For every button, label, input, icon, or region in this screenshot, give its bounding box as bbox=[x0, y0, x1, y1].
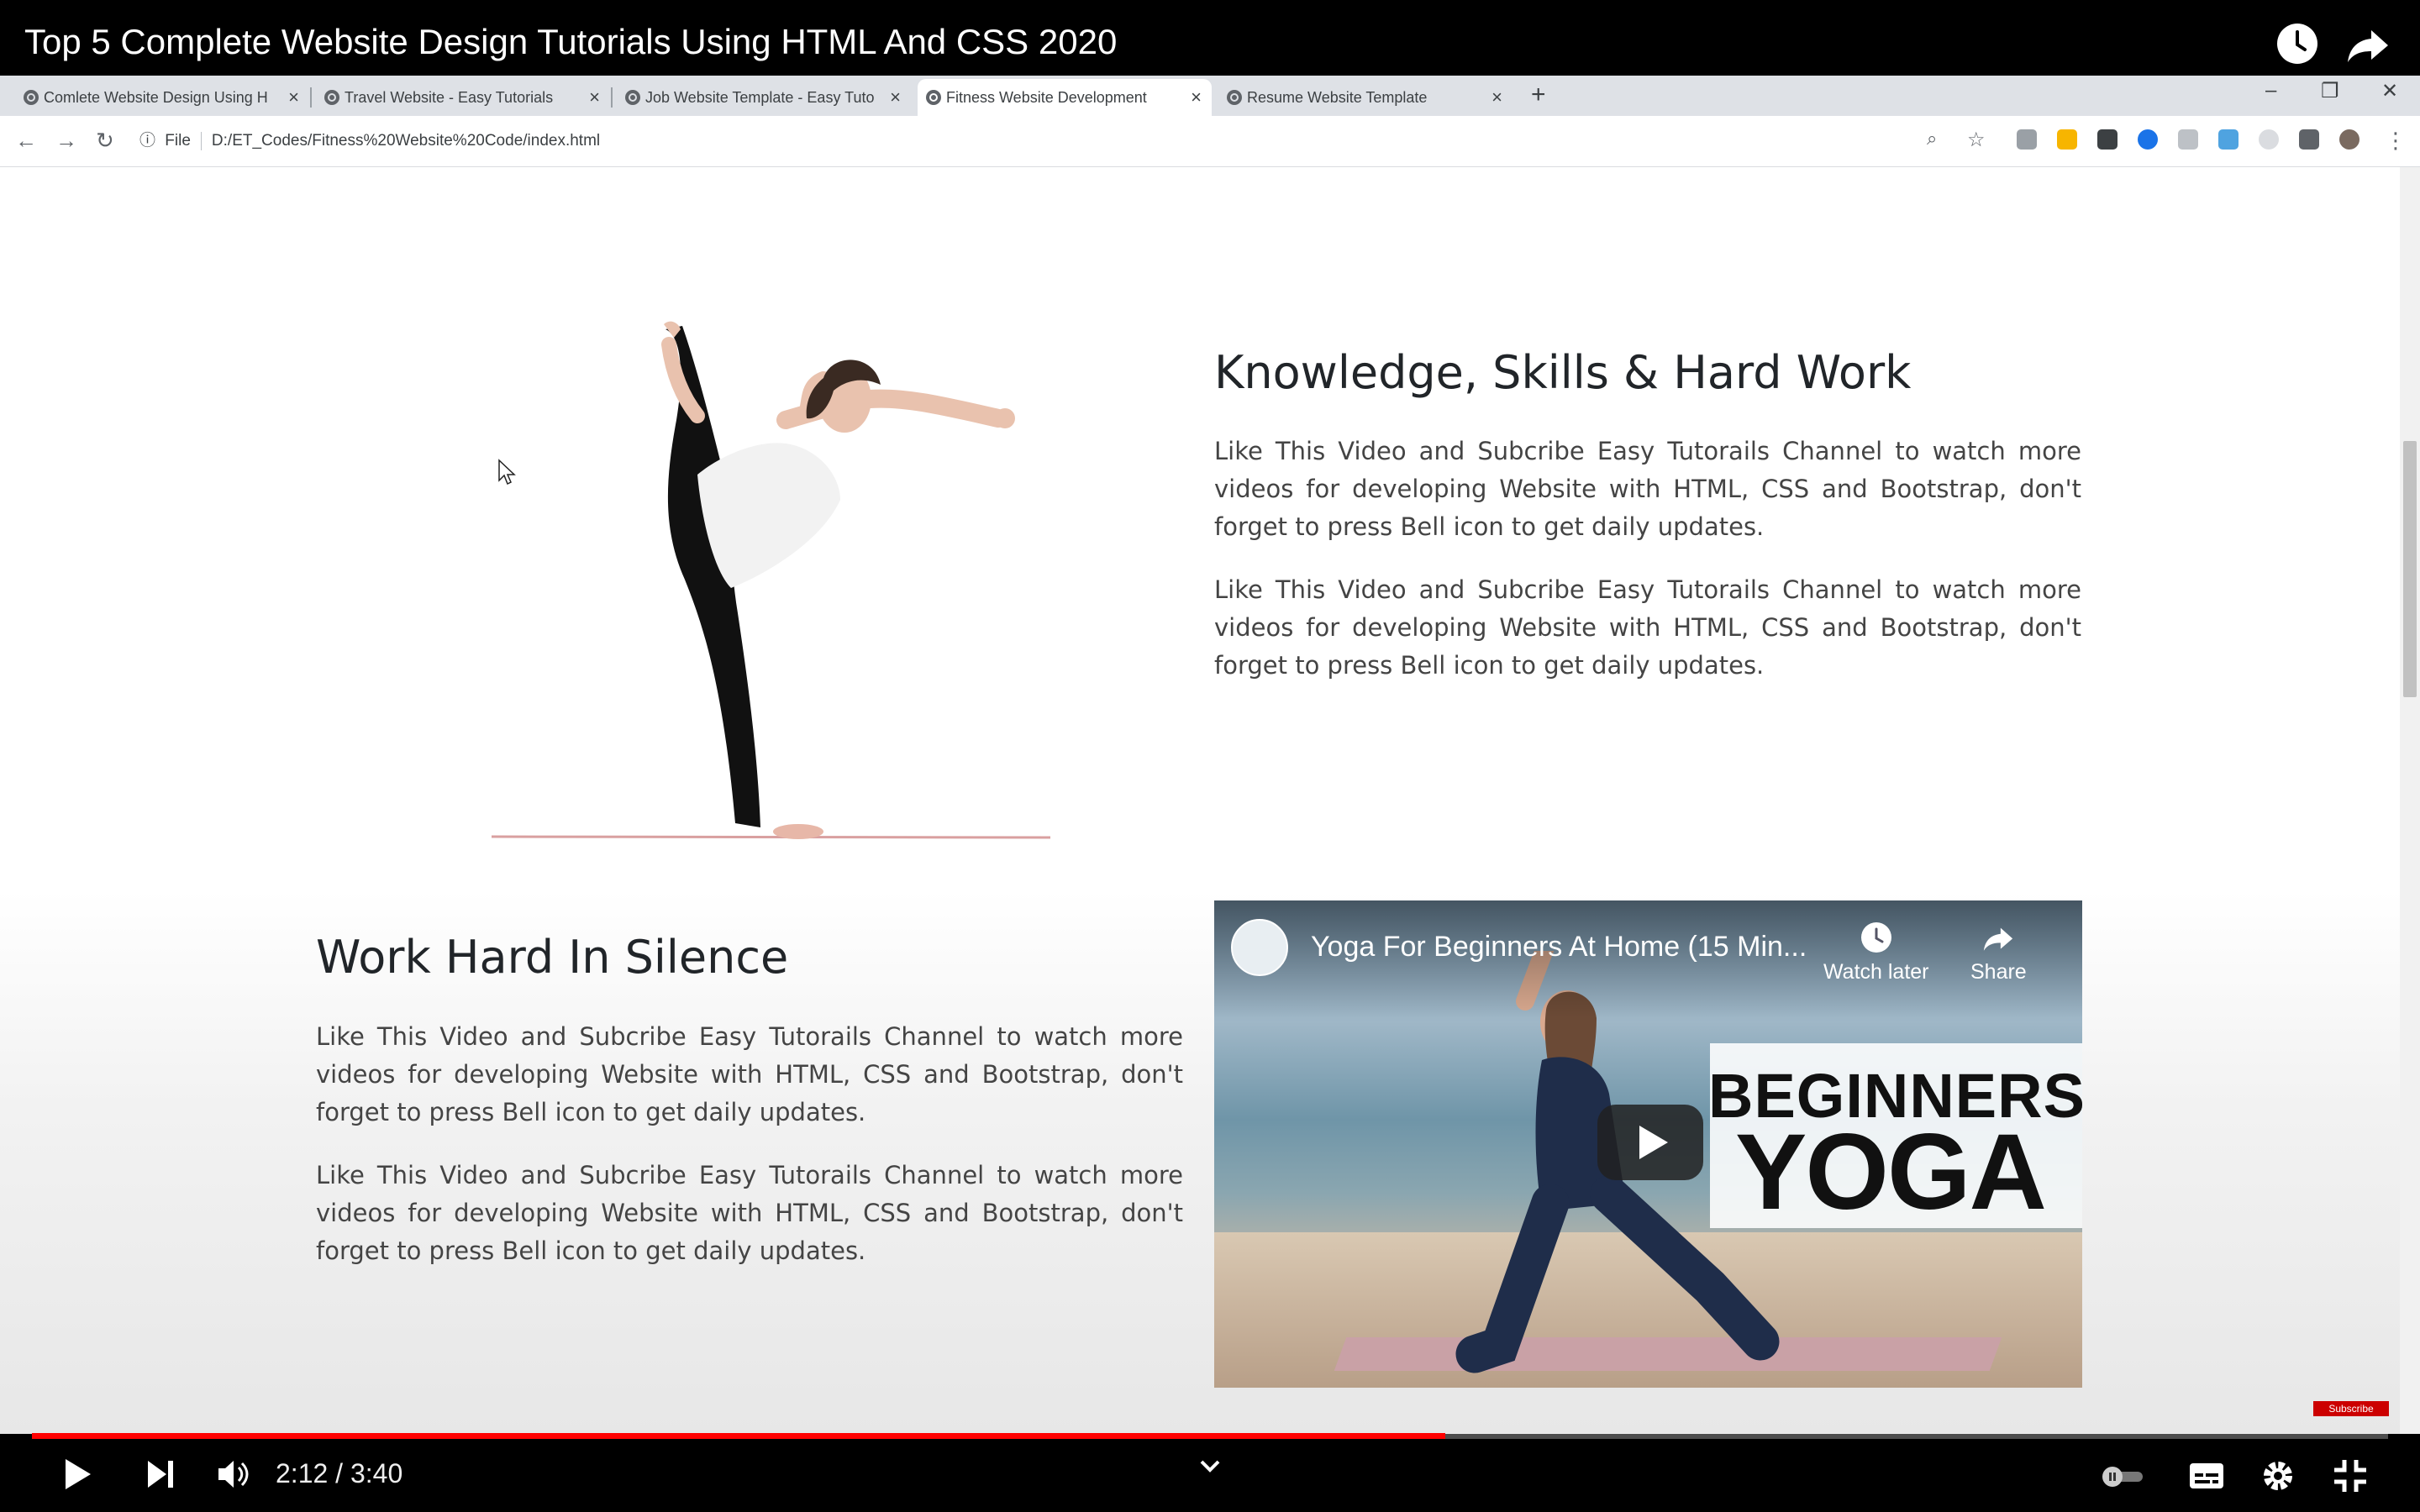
code-extension-icon[interactable] bbox=[2259, 129, 2279, 150]
scrollbar-thumb[interactable] bbox=[2403, 441, 2417, 697]
tab-close-icon[interactable]: × bbox=[589, 79, 600, 116]
channel-avatar[interactable] bbox=[1231, 919, 1288, 976]
tab-label: Comlete Website Design Using H bbox=[44, 89, 268, 106]
chevron-down-icon[interactable] bbox=[1198, 1457, 1222, 1478]
next-video-button[interactable] bbox=[145, 1456, 178, 1497]
section-heading: Work Hard In Silence bbox=[316, 931, 789, 984]
share-label: Share bbox=[1970, 960, 2027, 984]
section-paragraph: Like This Video and Subcribe Easy Tutora… bbox=[316, 1022, 1183, 1126]
tab-close-icon[interactable]: × bbox=[890, 79, 901, 116]
url-scheme: File bbox=[165, 132, 191, 150]
progress-bar-played bbox=[32, 1433, 1446, 1439]
globe-icon bbox=[1227, 90, 1242, 105]
watch-later-icon[interactable] bbox=[2274, 20, 2321, 67]
browser-tab-active[interactable]: Fitness Website Development × bbox=[918, 79, 1212, 116]
window-close-icon[interactable]: ✕ bbox=[2381, 79, 2398, 103]
tab-label: Job Website Template - Easy Tuto bbox=[645, 89, 875, 106]
new-tab-icon[interactable]: + bbox=[1531, 81, 1546, 109]
info-icon: ⓘ bbox=[139, 132, 156, 150]
embed-video-title[interactable]: Yoga For Beginners At Home (15 Min... bbox=[1311, 931, 1807, 963]
omnibox[interactable]: ⓘ File D:/ET_Codes/Fitness%20Website%20Co… bbox=[139, 128, 600, 150]
watch-later-label: Watch later bbox=[1823, 960, 1929, 984]
url-text: D:/ET_Codes/Fitness%20Website%20Code/ind… bbox=[211, 132, 601, 150]
back-icon[interactable]: ← bbox=[15, 128, 37, 154]
globe-icon bbox=[24, 90, 39, 105]
share-icon bbox=[1984, 927, 2013, 951]
tab-close-icon[interactable]: × bbox=[1491, 79, 1502, 116]
browser-tab[interactable]: Travel Website - Easy Tutorials × bbox=[316, 79, 610, 116]
video-title[interactable]: Top 5 Complete Website Design Tutorials … bbox=[24, 22, 1117, 62]
tab-label: Resume Website Template bbox=[1247, 89, 1428, 106]
time-display: 2:12 / 3:40 bbox=[276, 1458, 403, 1488]
mouse-cursor bbox=[497, 459, 518, 491]
camera-extension-icon[interactable] bbox=[2017, 129, 2037, 150]
settings-gear-icon[interactable] bbox=[2260, 1458, 2296, 1498]
clock-icon bbox=[1860, 922, 1891, 953]
browser-menu-icon[interactable]: ⋮ bbox=[2385, 128, 2407, 154]
profile-avatar[interactable] bbox=[2339, 129, 2360, 150]
reload-icon[interactable]: ↻ bbox=[96, 128, 114, 154]
blue-extension-icon[interactable] bbox=[2138, 129, 2158, 150]
tab-divider bbox=[310, 87, 312, 108]
zoom-icon[interactable]: ⌕ bbox=[1927, 128, 1937, 150]
tab-close-icon[interactable]: × bbox=[288, 79, 299, 116]
scrollbar-track[interactable] bbox=[2400, 167, 2420, 1434]
play-button[interactable] bbox=[60, 1456, 94, 1497]
browser-tab[interactable]: Comlete Website Design Using H × bbox=[15, 79, 309, 116]
tab-close-icon[interactable]: × bbox=[1191, 79, 1202, 116]
embed-share-button[interactable]: Share bbox=[1970, 921, 2027, 984]
restore-icon[interactable]: ❐ bbox=[2321, 79, 2339, 103]
exit-fullscreen-icon[interactable] bbox=[2333, 1458, 2368, 1498]
tab-divider bbox=[611, 87, 613, 108]
browser-tab[interactable]: Job Website Template - Easy Tuto × bbox=[617, 79, 911, 116]
bell-extension-icon[interactable] bbox=[2057, 129, 2077, 150]
section-paragraph: Like This Video and Subcribe Easy Tutora… bbox=[1214, 575, 2081, 680]
subtitles-icon[interactable] bbox=[2188, 1462, 2225, 1494]
puzzle-extensions-icon[interactable] bbox=[2299, 129, 2319, 150]
globe-icon bbox=[926, 90, 941, 105]
section-paragraph: Like This Video and Subcribe Easy Tutora… bbox=[316, 1161, 1183, 1265]
embedded-video[interactable]: Yoga For Beginners At Home (15 Min... Wa… bbox=[1214, 900, 2082, 1388]
play-icon bbox=[1639, 1126, 1668, 1159]
embed-watch-later-button[interactable]: Watch later bbox=[1823, 921, 1929, 984]
globe-icon bbox=[324, 90, 339, 105]
globe-icon bbox=[625, 90, 640, 105]
share-icon[interactable] bbox=[2344, 20, 2391, 67]
yoga-pose-image bbox=[471, 319, 1109, 848]
bookmark-star-icon[interactable]: ☆ bbox=[1967, 128, 1986, 152]
autoplay-toggle[interactable] bbox=[2101, 1465, 2146, 1493]
tab-label: Fitness Website Development bbox=[946, 89, 1147, 106]
minimize-icon[interactable]: – bbox=[2265, 79, 2276, 102]
forward-icon[interactable]: → bbox=[55, 128, 77, 154]
mail-extension-icon[interactable] bbox=[2097, 129, 2118, 150]
subscribe-watermark[interactable]: Subscribe bbox=[2313, 1401, 2389, 1416]
section-paragraph: Like This Video and Subcribe Easy Tutora… bbox=[1214, 437, 2081, 541]
browser-tab[interactable]: Resume Website Template × bbox=[1218, 79, 1512, 116]
volume-button[interactable] bbox=[215, 1456, 252, 1497]
iq-extension-icon[interactable] bbox=[2218, 129, 2238, 150]
tab-label: Travel Website - Easy Tutorials bbox=[345, 89, 554, 106]
section-heading: Knowledge, Skills & Hard Work bbox=[1214, 346, 1912, 399]
link-extension-icon[interactable] bbox=[2178, 129, 2198, 150]
thumbnail-text-line-2: YOGA bbox=[1735, 1112, 2047, 1232]
embed-play-button[interactable] bbox=[1597, 1105, 1703, 1180]
